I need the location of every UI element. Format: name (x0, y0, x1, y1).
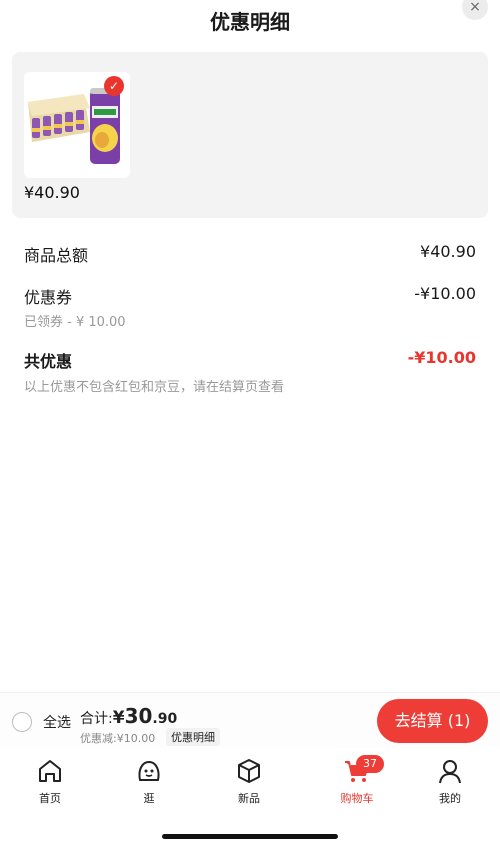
tab-cart[interactable]: 37 购物车 (322, 755, 392, 808)
person-icon (439, 760, 461, 784)
selected-check-icon[interactable]: ✓ (104, 76, 124, 96)
home-indicator (162, 834, 338, 839)
tab-me-label: 我的 (439, 792, 461, 805)
select-all-radio[interactable] (12, 712, 32, 732)
tab-new[interactable]: 新品 (214, 756, 284, 808)
sum-decimal: .90 (152, 711, 178, 727)
cube-icon (238, 759, 260, 783)
discount-amount-text: 优惠减:¥10.00 (80, 732, 156, 745)
checkout-bar: 全选 合计:¥30.90 优惠减:¥10.00 优惠明细 去结算 (1) (0, 692, 500, 748)
tab-home[interactable]: 首页 (15, 756, 85, 808)
bottom-tab-bar: 首页 逛 新品 37 购物车 我的 (0, 750, 500, 810)
sum-label: 合计: (80, 711, 113, 727)
total-discount-value: -¥10.00 (407, 348, 476, 367)
coupon-value: -¥10.00 (414, 284, 476, 303)
coupon-label: 优惠券 (24, 288, 73, 307)
product-price: ¥40.90 (24, 183, 80, 202)
sum-currency: ¥ (112, 708, 125, 728)
select-all-label[interactable]: 全选 (43, 712, 71, 732)
goods-total-label: 商品总额 (24, 246, 89, 265)
total-discount-label: 共优惠 (24, 352, 73, 371)
cart-count-badge: 37 (356, 755, 384, 773)
tab-home-label: 首页 (39, 792, 61, 805)
goods-total-value: ¥40.90 (420, 242, 476, 261)
sum-integer: 30 (124, 704, 153, 728)
home-icon (39, 760, 61, 782)
tab-me[interactable]: 我的 (415, 756, 485, 808)
tab-explore[interactable]: 逛 (114, 756, 184, 808)
checkout-button[interactable]: 去结算 (1) (377, 699, 488, 743)
discount-note: 以上优惠不包含红包和京豆，请在结算页查看 (24, 380, 285, 395)
page-title: 优惠明细 (210, 10, 290, 34)
close-icon: × (469, 0, 481, 15)
sum-total: 合计:¥30.90 (80, 704, 177, 728)
discount-detail-link[interactable]: 优惠明细 (166, 728, 220, 746)
tab-explore-label: 逛 (143, 792, 155, 805)
tab-new-label: 新品 (238, 792, 260, 805)
explore-face-icon (138, 761, 160, 781)
discount-detail-sheet: 优惠明细 × ✓ ¥40.90 商品总额 ¥40.90 优惠券 -¥10.00 … (0, 0, 500, 851)
product-card: ✓ ¥40.90 (12, 52, 488, 218)
sheet-header: 优惠明细 × (0, 0, 500, 40)
tab-cart-label: 购物车 (340, 792, 374, 805)
coupon-claimed-text: 已领券 - ¥ 10.00 (24, 315, 126, 330)
